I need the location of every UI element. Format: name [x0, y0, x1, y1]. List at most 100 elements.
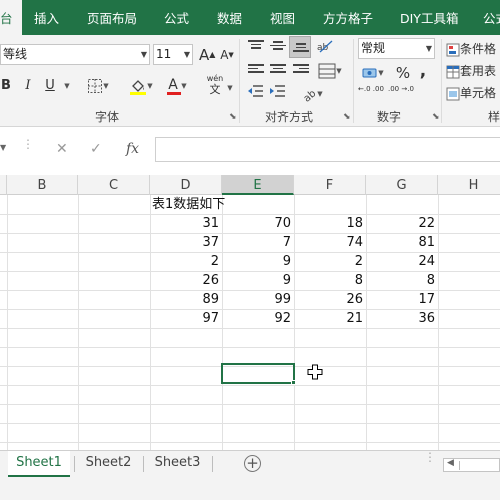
cell-g-row6[interactable]: 36: [366, 309, 438, 328]
align-dialog-launcher-icon[interactable]: ⬊: [343, 112, 351, 122]
cell-e-row2[interactable]: 7: [222, 233, 294, 252]
underline-dropdown[interactable]: ▼: [62, 76, 72, 96]
comma-style-button[interactable]: ,: [417, 61, 429, 81]
font-size-value: 11: [156, 47, 172, 61]
cell-d-row3[interactable]: 2: [150, 252, 222, 271]
cell-f-row3[interactable]: 2: [294, 252, 366, 271]
cell-f-row6[interactable]: 21: [294, 309, 366, 328]
phonetic-dropdown[interactable]: ▼: [226, 78, 234, 98]
align-bottom-button[interactable]: [289, 36, 311, 58]
cell-g-row5[interactable]: 17: [366, 290, 438, 309]
tab-view[interactable]: 视图: [270, 0, 295, 35]
cell-e-row6[interactable]: 92: [222, 309, 294, 328]
column-header-d[interactable]: D: [150, 175, 222, 195]
fill-handle[interactable]: [291, 380, 296, 385]
cell-f-row2[interactable]: 74: [294, 233, 366, 252]
align-right-icon[interactable]: [293, 64, 309, 77]
selected-cell[interactable]: [221, 363, 295, 384]
wrap-text-button[interactable]: ▼: [315, 61, 345, 81]
chevron-down-icon: ▼: [64, 82, 70, 90]
number-dialog-launcher-icon[interactable]: ⬊: [432, 112, 440, 122]
percent-style-button[interactable]: %: [395, 63, 411, 83]
cell-styles-button[interactable]: 单元格: [446, 83, 500, 103]
decrease-indent-button[interactable]: [246, 84, 264, 104]
cell-g-row3[interactable]: 24: [366, 252, 438, 271]
cell-e-row5[interactable]: 99: [222, 290, 294, 309]
enter-formula-button[interactable]: ✓: [90, 141, 102, 157]
align-center-icon[interactable]: [270, 64, 286, 77]
scroll-left-icon[interactable]: ◀: [447, 458, 454, 468]
cell-d-row2[interactable]: 37: [150, 233, 222, 252]
column-header-g[interactable]: G: [366, 175, 438, 195]
worksheet-grid[interactable]: B C D E F G H 表1数据如下 31 70 18 22 37 7 74…: [0, 175, 500, 450]
accounting-format-button[interactable]: ▼: [360, 63, 386, 83]
column-header-c[interactable]: C: [78, 175, 150, 195]
decrease-decimal-button[interactable]: .00 →.0: [388, 85, 414, 105]
svg-text:ab: ab: [317, 43, 329, 53]
align-left-icon[interactable]: [248, 64, 264, 77]
font-size-select[interactable]: 11 ▼: [153, 44, 193, 65]
conditional-format-label: 条件格: [460, 42, 497, 56]
conditional-format-button[interactable]: 条件格: [446, 39, 500, 59]
formula-input[interactable]: [155, 137, 500, 162]
sheet-tab-3[interactable]: Sheet3: [145, 451, 210, 477]
cell-d-row1[interactable]: 31: [150, 214, 222, 233]
column-header-e[interactable]: E: [222, 175, 294, 195]
cell-d-row4[interactable]: 26: [150, 271, 222, 290]
fill-color-button[interactable]: ▼: [126, 76, 156, 96]
styles-group-label: 样: [488, 110, 500, 124]
tab-home[interactable]: 台: [0, 0, 22, 35]
number-format-select[interactable]: 常规 ▼: [358, 38, 435, 59]
table-title-cell[interactable]: 表1数据如下: [152, 195, 225, 214]
increase-decimal-button[interactable]: ←.0 .00: [358, 85, 384, 105]
ribbon-separator: [441, 39, 442, 123]
align-middle-icon[interactable]: [270, 41, 286, 54]
cell-g-row1[interactable]: 22: [366, 214, 438, 233]
font-dialog-launcher-icon[interactable]: ⬊: [229, 112, 237, 122]
cell-e-row3[interactable]: 9: [222, 252, 294, 271]
cancel-formula-button[interactable]: ✕: [56, 141, 68, 157]
horizontal-scrollbar[interactable]: ◀: [443, 458, 500, 472]
cell-g-row2[interactable]: 81: [366, 233, 438, 252]
tab-formulas[interactable]: 公式: [164, 0, 189, 35]
underline-button[interactable]: U: [43, 76, 57, 96]
phonetic-button[interactable]: wén 文: [202, 73, 228, 99]
insert-function-button[interactable]: fx: [126, 141, 139, 157]
cell-g-row4[interactable]: 8: [366, 271, 438, 290]
increase-indent-button[interactable]: [268, 84, 286, 104]
add-sheet-button[interactable]: +: [244, 455, 261, 472]
column-header-h[interactable]: H: [438, 175, 500, 195]
decrease-indent-icon: [248, 85, 263, 97]
column-header-a[interactable]: [0, 175, 7, 195]
sheet-tab-2[interactable]: Sheet2: [76, 451, 141, 477]
cell-d-row5[interactable]: 89: [150, 290, 222, 309]
cell-f-row5[interactable]: 26: [294, 290, 366, 309]
font-name-select[interactable]: 等线 ▼: [0, 44, 150, 65]
orientation-angle-button[interactable]: ab ▼: [298, 84, 326, 104]
tab-insert[interactable]: 插入: [34, 0, 59, 35]
cell-f-row1[interactable]: 18: [294, 214, 366, 233]
sheet-tab-1[interactable]: Sheet1: [8, 451, 70, 477]
format-as-table-button[interactable]: 套用表: [446, 61, 500, 81]
italic-button[interactable]: I: [22, 76, 34, 96]
column-header-b[interactable]: B: [7, 175, 78, 195]
bold-button[interactable]: B: [0, 76, 12, 96]
tab-fangfang-gezi[interactable]: 方方格子: [323, 0, 373, 35]
orientation-button[interactable]: ab: [315, 38, 335, 58]
cell-e-row4[interactable]: 9: [222, 271, 294, 290]
borders-button[interactable]: ▼: [84, 76, 112, 96]
tab-diy-toolbox[interactable]: DIY工具箱: [400, 0, 458, 35]
cell-f-row4[interactable]: 8: [294, 271, 366, 290]
shrink-font-button[interactable]: A▼: [220, 45, 234, 65]
tab-data[interactable]: 数据: [217, 0, 242, 35]
column-header-f[interactable]: F: [294, 175, 366, 195]
cell-e-row1[interactable]: 70: [222, 214, 294, 233]
chevron-down-icon: ▼: [181, 82, 187, 90]
grow-font-button[interactable]: A▲: [199, 45, 215, 65]
name-box-dropdown[interactable]: ▼: [0, 137, 10, 161]
tab-formulas-2[interactable]: 公式: [483, 0, 500, 35]
cell-d-row6[interactable]: 97: [150, 309, 222, 328]
font-color-button[interactable]: A ▼: [162, 76, 192, 96]
tab-page-layout[interactable]: 页面布局: [87, 0, 137, 35]
align-top-icon[interactable]: [248, 40, 264, 53]
